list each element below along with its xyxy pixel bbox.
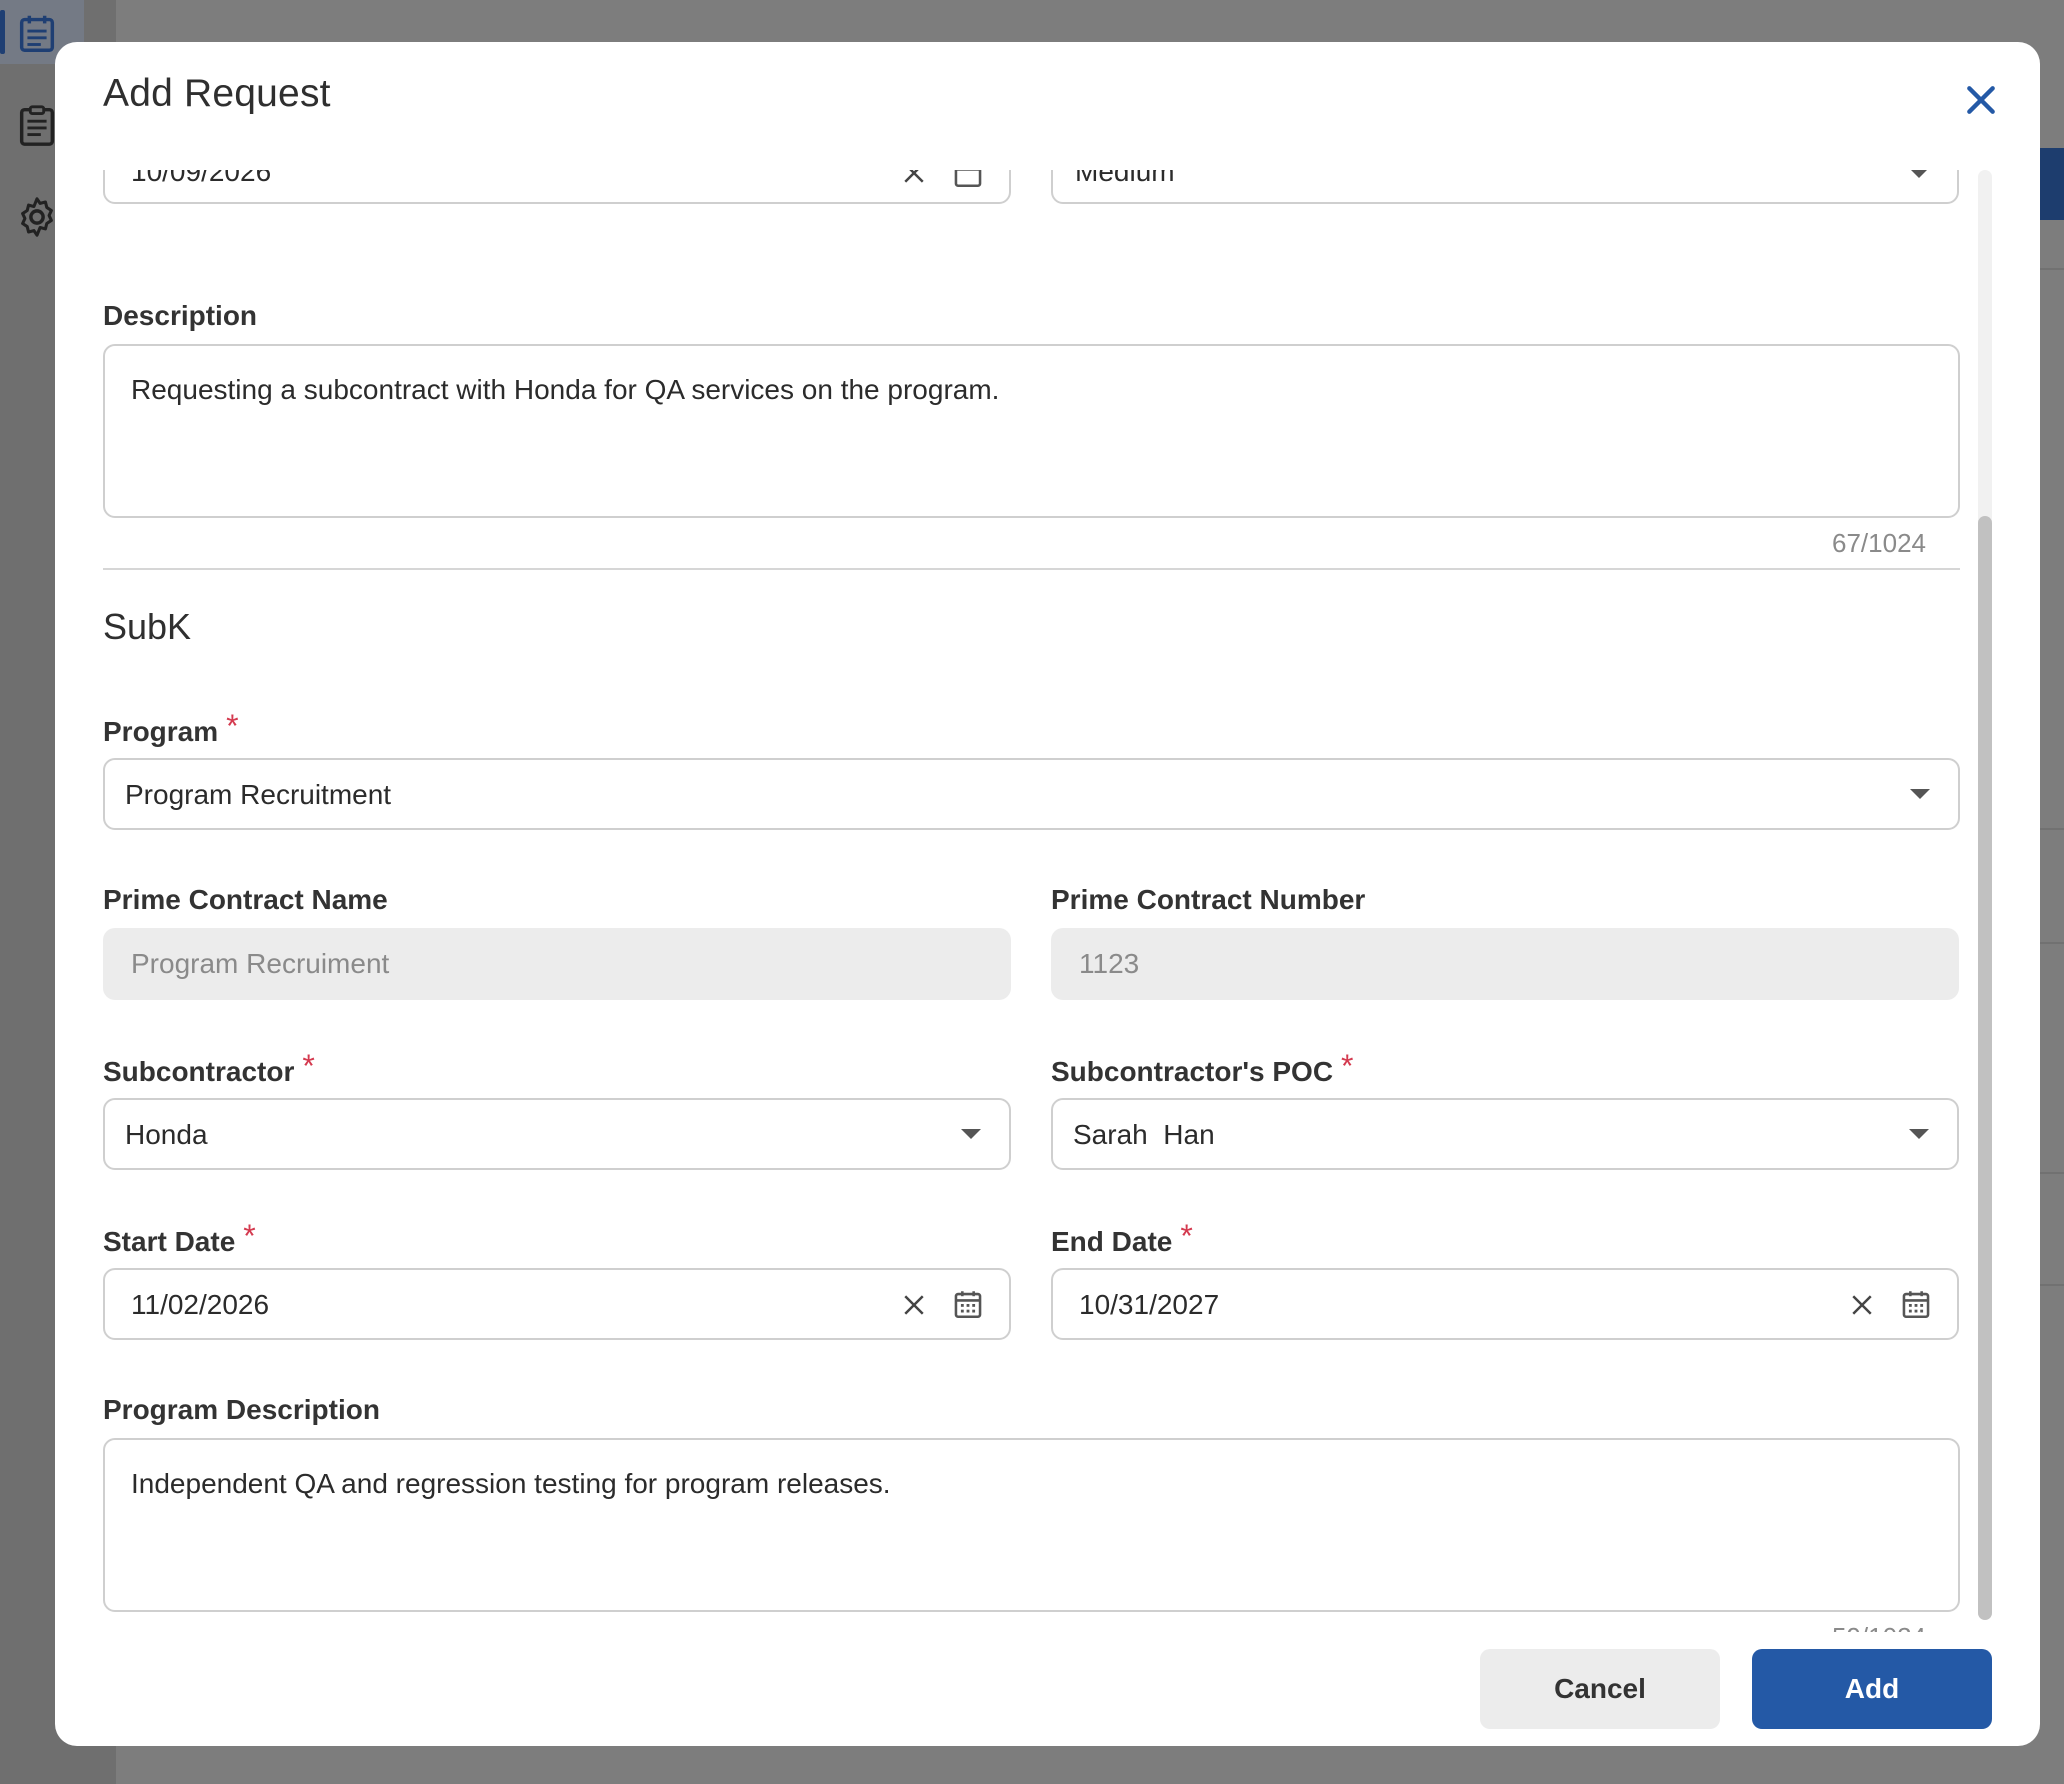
description-textarea[interactable]: Requesting a subcontract with Honda for … <box>103 344 1960 518</box>
close-icon[interactable] <box>1961 80 2001 120</box>
calendar-icon[interactable] <box>951 170 985 190</box>
prime-contract-name-label: Prime Contract Name <box>103 884 388 915</box>
chevron-down-icon <box>1909 170 1929 178</box>
start-date-field[interactable]: 11/02/2026 <box>103 1268 1011 1340</box>
required-indicator: * <box>1341 1048 1354 1084</box>
description-value: Requesting a subcontract with Honda for … <box>131 374 1000 405</box>
prime-contract-name-field: Program Recruiment <box>103 928 1011 1000</box>
prime-contract-name-value: Program Recruiment <box>131 948 390 979</box>
clear-icon[interactable] <box>899 1290 929 1320</box>
program-description-label: Program Description <box>103 1394 380 1425</box>
start-date-value: 11/02/2026 <box>131 1289 270 1320</box>
clipboard-icon[interactable] <box>14 102 60 148</box>
program-value: Program Recruitment <box>125 779 392 810</box>
description-label: Description <box>103 300 258 331</box>
program-description-textarea[interactable]: Independent QA and regression testing fo… <box>103 1438 1960 1612</box>
clear-icon[interactable] <box>899 170 929 188</box>
subcontractor-value: Honda <box>125 1119 208 1150</box>
calendar-icon[interactable] <box>14 10 60 56</box>
program-label: Program * <box>103 708 239 747</box>
chevron-down-icon <box>1910 789 1930 799</box>
request-date-field[interactable]: 10/09/2026 <box>103 170 1011 204</box>
prime-contract-number-field: 1123 <box>1051 928 1959 1000</box>
subcontractor-poc-value: Sarah Han <box>1073 1119 1215 1150</box>
dialog-title: Add Request <box>103 72 331 115</box>
priority-select[interactable]: Medium <box>1051 170 1959 204</box>
program-description-value: Independent QA and regression testing fo… <box>131 1468 891 1499</box>
clear-icon[interactable] <box>1847 1290 1877 1320</box>
add-button[interactable]: Add <box>1752 1649 1992 1729</box>
start-date-label: Start Date * <box>103 1218 256 1257</box>
program-description-char-counter: 59/1024 <box>1832 1622 1926 1632</box>
required-indicator: * <box>226 708 239 744</box>
active-indicator <box>0 10 5 54</box>
cancel-button[interactable]: Cancel <box>1480 1649 1720 1729</box>
end-date-label: End Date * <box>1051 1218 1193 1257</box>
priority-value: Medium <box>1075 170 1175 187</box>
dialog-scroll-content[interactable]: 10/09/2026 Medium Description Requesting… <box>55 170 2040 1632</box>
gear-icon[interactable] <box>14 194 60 240</box>
calendar-icon[interactable] <box>951 1287 985 1321</box>
scrollbar-thumb[interactable] <box>1978 516 1992 1620</box>
section-title-subk: SubK <box>103 606 192 647</box>
add-request-dialog: Add Request 10/09/2026 Medium Descriptio… <box>55 42 2040 1746</box>
section-divider <box>103 568 1960 570</box>
calendar-icon[interactable] <box>1899 1287 1933 1321</box>
end-date-field[interactable]: 10/31/2027 <box>1051 1268 1959 1340</box>
program-select[interactable]: Program Recruitment <box>103 758 1960 830</box>
subcontractor-poc-select[interactable]: Sarah Han <box>1051 1098 1959 1170</box>
required-indicator: * <box>302 1048 315 1084</box>
subcontractor-poc-label: Subcontractor's POC * <box>1051 1048 1354 1087</box>
required-indicator: * <box>1180 1218 1193 1254</box>
description-char-counter: 67/1024 <box>1832 528 1926 558</box>
prime-contract-number-value: 1123 <box>1079 948 1140 979</box>
prime-contract-number-label: Prime Contract Number <box>1051 884 1366 915</box>
request-date-value: 10/09/2026 <box>131 170 272 187</box>
chevron-down-icon <box>1909 1129 1929 1139</box>
subcontractor-select[interactable]: Honda <box>103 1098 1011 1170</box>
subcontractor-label: Subcontractor * <box>103 1048 315 1087</box>
required-indicator: * <box>243 1218 256 1254</box>
end-date-value: 10/31/2027 <box>1079 1289 1220 1320</box>
chevron-down-icon <box>961 1129 981 1139</box>
